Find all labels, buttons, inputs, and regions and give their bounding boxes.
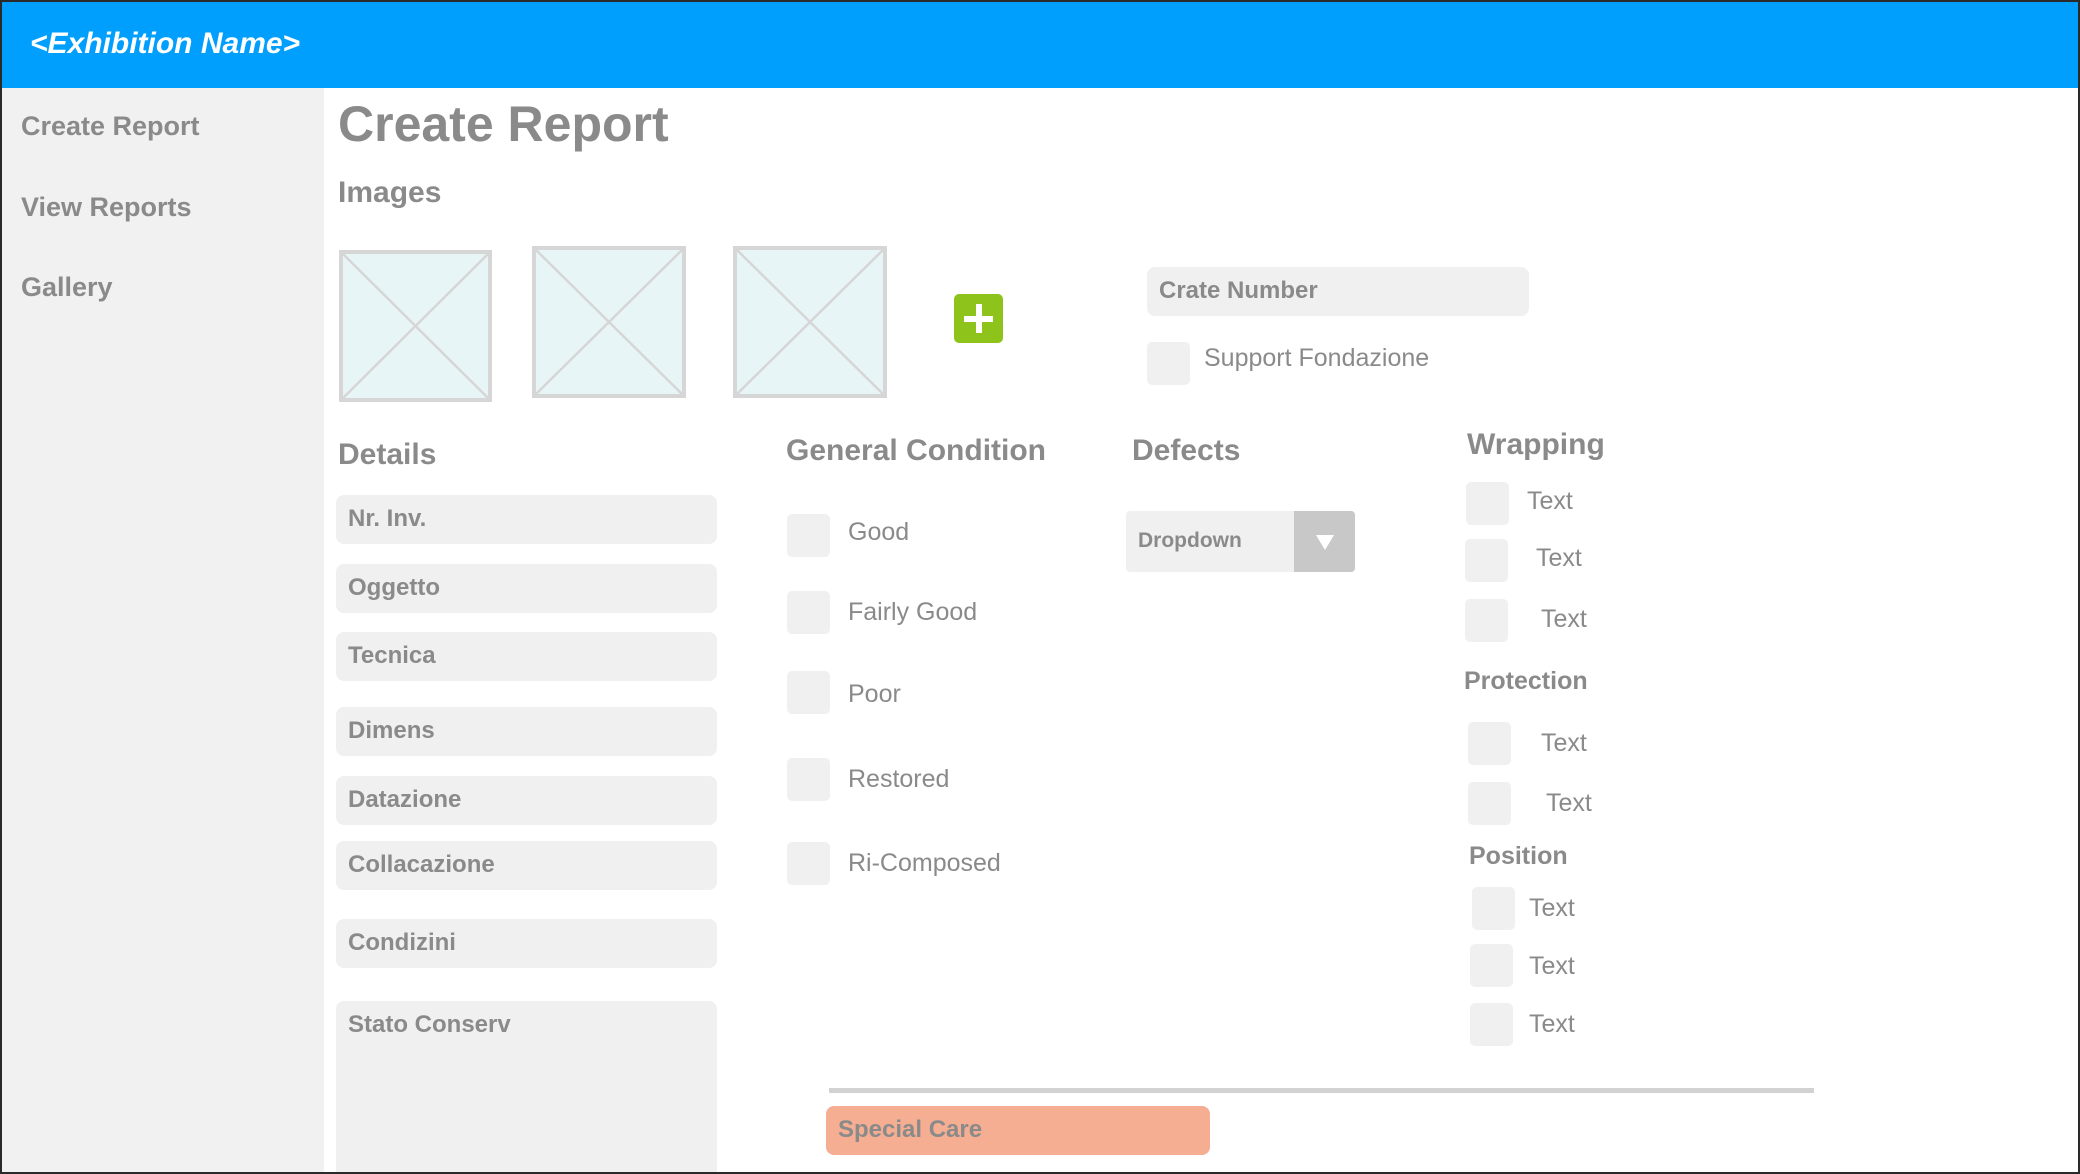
general-condition-section-title: General Condition xyxy=(786,434,1047,467)
stato-conserv-field[interactable]: Stato Conserv xyxy=(336,1001,717,1174)
page-title: Create Report xyxy=(338,96,669,152)
wrapping-option-label-3: Text xyxy=(1541,605,1587,633)
position-checkbox-2[interactable] xyxy=(1470,944,1513,987)
sidebar-item-create-report[interactable]: Create Report xyxy=(21,111,200,142)
exhibition-name-title: <Exhibition Name> xyxy=(30,27,301,60)
protection-option-label-2: Text xyxy=(1546,789,1592,817)
wrapping-option-label-2: Text xyxy=(1536,544,1582,572)
add-image-button[interactable] xyxy=(954,294,1003,343)
dimens-field[interactable]: Dimens xyxy=(336,707,717,756)
tecnica-field[interactable]: Tecnica xyxy=(336,632,717,681)
images-section-title: Images xyxy=(338,176,442,209)
app-window: <Exhibition Name> Create Report View Rep… xyxy=(0,0,2080,1174)
special-care-button[interactable]: Special Care xyxy=(826,1106,1210,1155)
crate-number-label: Crate Number xyxy=(1159,277,1318,304)
condition-good-label: Good xyxy=(848,518,910,546)
condition-ri-composed-checkbox[interactable] xyxy=(787,842,830,885)
wrapping-checkbox-3[interactable] xyxy=(1465,599,1508,642)
protection-checkbox-1[interactable] xyxy=(1468,722,1511,765)
field-label: Stato Conserv xyxy=(348,1011,511,1038)
image-placeholder-icon xyxy=(737,250,883,394)
position-checkbox-3[interactable] xyxy=(1470,1003,1513,1046)
image-placeholder-1[interactable] xyxy=(339,250,492,402)
image-placeholder-icon xyxy=(343,254,488,398)
crate-number-field[interactable]: Crate Number xyxy=(1147,267,1529,316)
protection-checkbox-2[interactable] xyxy=(1468,782,1511,825)
main-content: Create Report Images Crate Number Suppor… xyxy=(324,88,2080,1174)
condition-ri-composed-label: Ri-Composed xyxy=(848,849,1001,877)
protection-section-title: Protection xyxy=(1464,667,1588,695)
position-option-label-3: Text xyxy=(1529,1010,1575,1038)
sidebar-item-gallery[interactable]: Gallery xyxy=(21,272,113,303)
wrapping-option-label-1: Text xyxy=(1527,487,1573,515)
datazione-field[interactable]: Datazione xyxy=(336,776,717,825)
position-option-label-2: Text xyxy=(1529,952,1575,980)
condition-fairly-good-label: Fairly Good xyxy=(848,598,978,626)
field-label: Collacazione xyxy=(348,851,495,878)
nr-inv-field[interactable]: Nr. Inv. xyxy=(336,495,717,544)
image-placeholder-2[interactable] xyxy=(532,246,686,398)
field-label: Tecnica xyxy=(348,642,436,669)
defects-dropdown[interactable]: Dropdown xyxy=(1126,511,1355,572)
sidebar: Create Report View Reports Gallery xyxy=(0,88,324,1174)
sidebar-item-view-reports[interactable]: View Reports xyxy=(21,192,192,223)
collacazione-field[interactable]: Collacazione xyxy=(336,841,717,890)
image-placeholder-3[interactable] xyxy=(733,246,887,398)
condition-poor-label: Poor xyxy=(848,680,901,708)
support-fondazione-label: Support Fondazione xyxy=(1204,344,1430,372)
defects-section-title: Defects xyxy=(1132,434,1241,467)
position-option-label-1: Text xyxy=(1529,894,1575,922)
condition-restored-checkbox[interactable] xyxy=(787,758,830,801)
condition-good-checkbox[interactable] xyxy=(787,514,830,557)
wrapping-checkbox-1[interactable] xyxy=(1466,482,1509,525)
special-care-label: Special Care xyxy=(838,1116,983,1143)
field-label: Nr. Inv. xyxy=(348,505,427,532)
condition-restored-label: Restored xyxy=(848,765,950,793)
support-fondazione-checkbox[interactable] xyxy=(1147,342,1190,385)
wrapping-section-title: Wrapping xyxy=(1467,428,1605,461)
oggetto-field[interactable]: Oggetto xyxy=(336,564,717,613)
field-label: Datazione xyxy=(348,786,462,813)
position-section-title: Position xyxy=(1469,842,1568,870)
section-divider xyxy=(829,1088,1814,1093)
field-label: Dimens xyxy=(348,717,435,744)
position-checkbox-1[interactable] xyxy=(1472,887,1515,930)
condition-poor-checkbox[interactable] xyxy=(787,671,830,714)
condizini-field[interactable]: Condizini xyxy=(336,919,717,968)
wrapping-checkbox-2[interactable] xyxy=(1465,539,1508,582)
details-section-title: Details xyxy=(338,438,437,471)
condition-fairly-good-checkbox[interactable] xyxy=(787,591,830,634)
dropdown-value: Dropdown xyxy=(1138,529,1242,552)
dropdown-arrow-icon xyxy=(1294,511,1355,572)
protection-option-label-1: Text xyxy=(1541,729,1587,757)
field-label: Condizini xyxy=(348,929,456,956)
app-header: <Exhibition Name> xyxy=(0,0,2080,88)
image-placeholder-icon xyxy=(536,250,682,394)
field-label: Oggetto xyxy=(348,574,440,601)
